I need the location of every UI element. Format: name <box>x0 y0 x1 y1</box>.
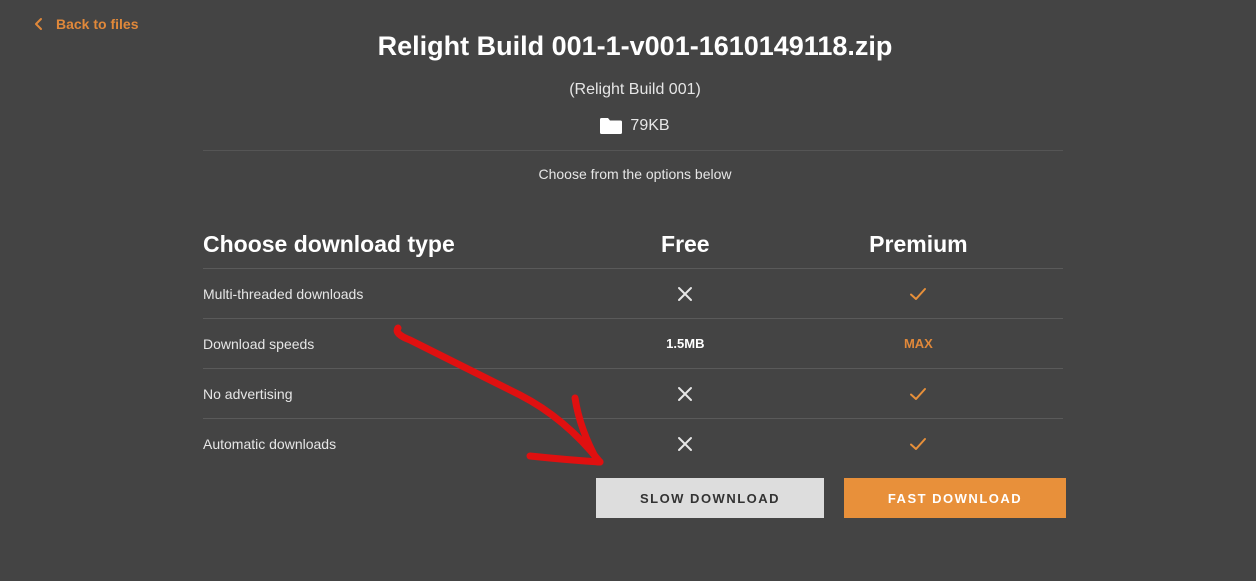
download-type-table: Choose download type Free Premium Multi-… <box>203 220 1063 468</box>
free-speed-value: 1.5MB <box>666 336 705 351</box>
divider <box>203 150 1063 151</box>
file-size-value: 79KB <box>630 117 670 134</box>
feature-label: Multi-threaded downloads <box>203 285 364 302</box>
table-header: Choose download type Free Premium <box>203 220 1063 269</box>
choose-prompt: Choose from the options below <box>538 166 732 182</box>
header-premium: Premium <box>869 230 968 257</box>
table-row: No advertising <box>203 369 1063 419</box>
check-icon <box>909 285 927 303</box>
table-row: Automatic downloads <box>203 419 1063 468</box>
slow-download-button[interactable]: SLOW DOWNLOAD <box>596 478 824 518</box>
header-feature: Choose download type <box>203 230 455 257</box>
file-title: Relight Build 001-1-v001-1610149118.zip <box>377 31 893 61</box>
feature-label: No advertising <box>203 385 293 402</box>
premium-speed-value: MAX <box>903 336 933 351</box>
chevron-left-icon <box>32 17 46 31</box>
cross-icon <box>676 285 694 303</box>
check-icon <box>909 435 927 453</box>
back-to-files-label: Back to files <box>56 16 139 32</box>
cross-icon <box>676 435 694 453</box>
file-subtitle: (Relight Build 001) <box>569 81 701 98</box>
check-icon <box>909 385 927 403</box>
fast-download-button[interactable]: FAST DOWNLOAD <box>844 478 1066 518</box>
file-size: 79KB <box>0 117 1256 135</box>
feature-label: Download speeds <box>203 335 315 352</box>
table-row: Download speeds 1.5MB MAX <box>203 319 1063 369</box>
header-free: Free <box>661 230 710 257</box>
table-row: Multi-threaded downloads <box>203 269 1063 319</box>
folder-icon <box>600 118 623 134</box>
cross-icon <box>676 385 694 403</box>
feature-label: Automatic downloads <box>203 435 337 452</box>
